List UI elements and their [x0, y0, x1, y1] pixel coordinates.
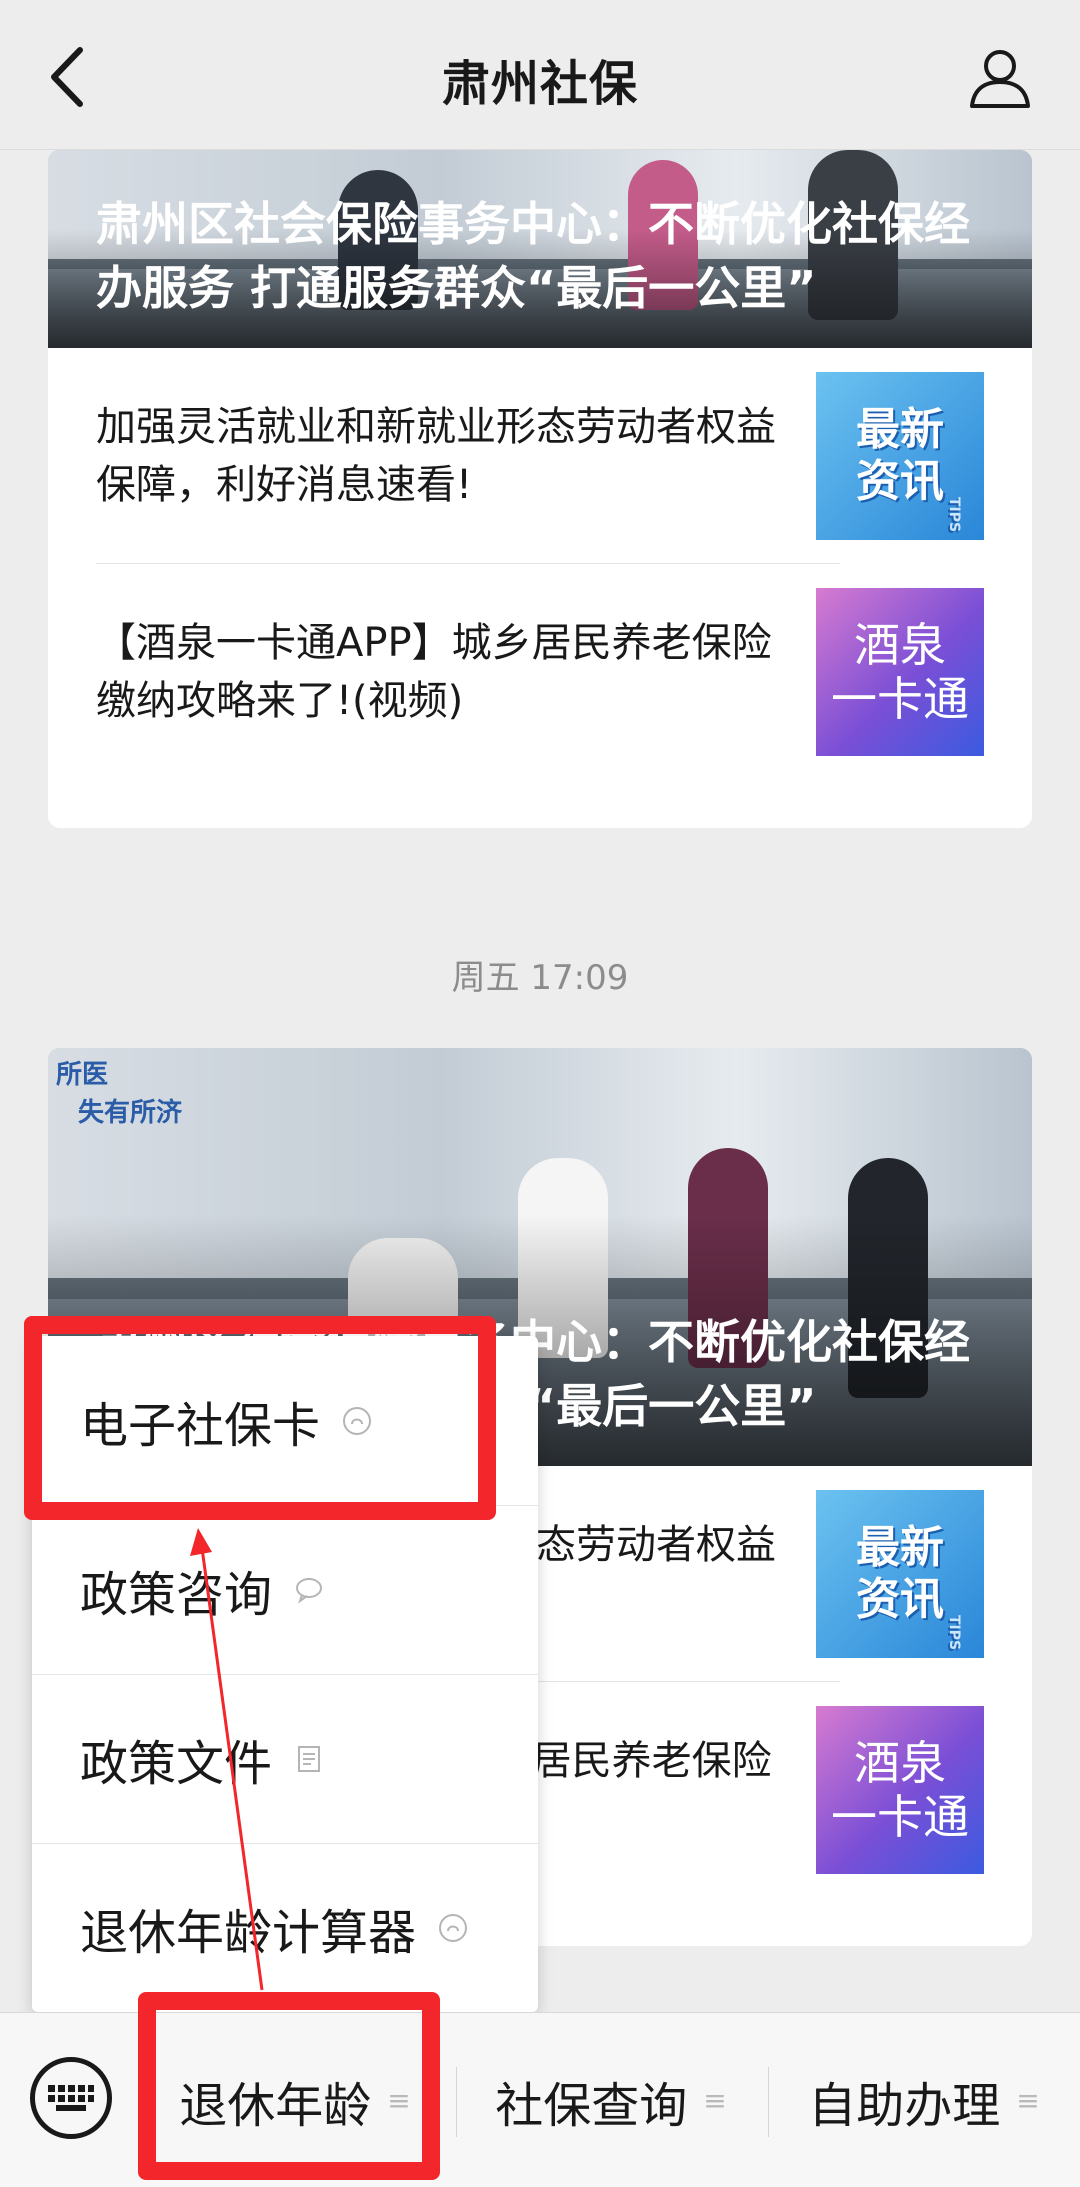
article-title: 加强灵活就业和新就业形态劳动者权益保障，利好消息速看! — [96, 404, 776, 508]
profile-icon[interactable] — [968, 46, 1032, 110]
menu-item-policy-consult[interactable]: 政策咨询 — [32, 1505, 538, 1674]
menu-icon: ≡ — [703, 2084, 727, 2117]
yikatong-thumbnail: 酒泉 一卡通 — [816, 588, 984, 756]
wall-sign: 失有所济 — [78, 1098, 183, 1128]
chat-header: 肃州社保 — [0, 0, 1080, 150]
highlight-box — [24, 1316, 496, 1520]
message-icon — [294, 1575, 324, 1605]
message-timestamp: 周五 17:09 — [451, 958, 629, 998]
article-headline: 肃州区社会保险事务中心：不断优化社保经办服务 打通服务群众“最后一公里” — [96, 197, 970, 315]
news-thumbnail: 最新 资讯 TIPS — [816, 1490, 984, 1658]
page-title: 肃州社保 — [441, 56, 638, 112]
mini-program-icon — [438, 1913, 468, 1943]
highlight-box — [138, 1992, 440, 2180]
article-card[interactable]: 肃州区社会保险事务中心：不断优化社保经办服务 打通服务群众“最后一公里” 加强灵… — [48, 150, 1032, 828]
menu-tab-social-security-query[interactable]: 社保查询 ≡ — [456, 2013, 766, 2187]
news-thumbnail: 最新 资讯 TIPS — [816, 372, 984, 540]
menu-tab-self-service[interactable]: 自助办理 ≡ — [768, 2013, 1080, 2187]
wall-sign: 所医 — [56, 1060, 109, 1090]
menu-icon: ≡ — [1016, 2084, 1040, 2117]
yikatong-thumbnail: 酒泉 一卡通 — [816, 1706, 984, 1874]
menu-item-policy-files[interactable]: 政策文件 — [32, 1674, 538, 1843]
list-item[interactable]: 【酒泉一卡通APP】城乡居民养老保险缴纳攻略来了!(视频) 酒泉 一卡通 — [48, 564, 1032, 780]
list-item[interactable]: 加强灵活就业和新就业形态劳动者权益保障，利好消息速看! 最新 资讯 TIPS — [48, 348, 1032, 564]
menu-item-retirement-calculator[interactable]: 退休年龄计算器 — [32, 1843, 538, 2012]
article-icon — [294, 1744, 324, 1774]
keyboard-icon[interactable] — [30, 2057, 112, 2139]
article-title: 【酒泉一卡通APP】城乡居民养老保险缴纳攻略来了!(视频) — [96, 620, 772, 724]
article-hero[interactable]: 肃州区社会保险事务中心：不断优化社保经办服务 打通服务群众“最后一公里” — [48, 150, 1032, 348]
